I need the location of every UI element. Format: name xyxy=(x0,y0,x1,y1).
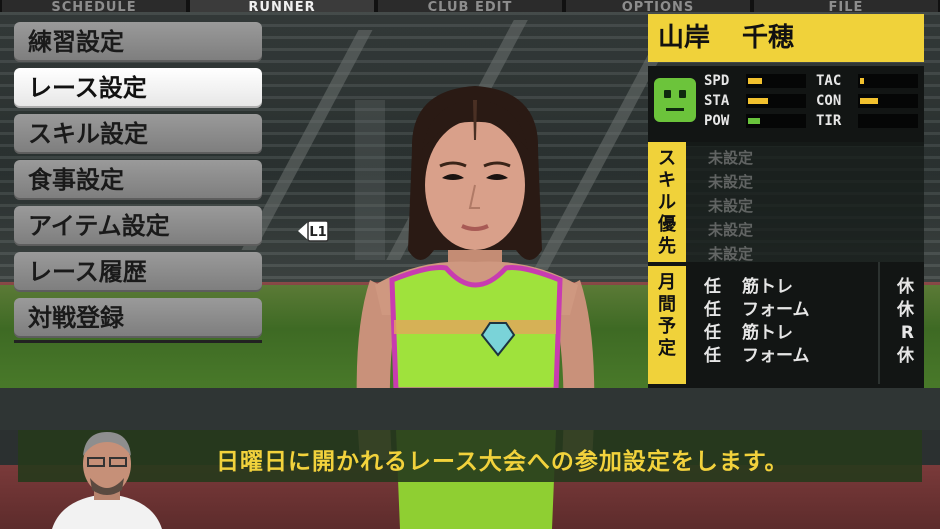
skill-slot[interactable]: 未設定 xyxy=(708,170,753,194)
runner-menu: 練習設定 レース設定 スキル設定 食事設定 アイテム設定 レース履歴 対戦登録 xyxy=(14,22,262,344)
menu-item-practice-settings[interactable]: 練習設定 xyxy=(14,22,262,62)
stat-bar-fill xyxy=(748,98,768,104)
monthly-schedule-panel: 月間予定 任筋トレ休 任フォーム休 任筋トレ R 任フォーム休 xyxy=(648,262,924,388)
menu-item-skill-settings[interactable]: スキル設定 xyxy=(14,114,262,154)
stat-label: SPD xyxy=(704,73,730,89)
stat-bar-track xyxy=(746,114,806,128)
menu-item-race-history[interactable]: レース履歴 xyxy=(14,252,262,292)
stat-bar-fill xyxy=(748,78,762,84)
skill-priority-label: スキル優先 xyxy=(648,142,686,262)
schedule-activity: フォーム xyxy=(742,346,810,366)
schedule-rest: R xyxy=(900,323,914,343)
stat-bar-track xyxy=(858,74,918,88)
runner-last-name: 山岸 xyxy=(658,23,711,53)
schedule-row[interactable]: 任 筋トレ R xyxy=(704,322,916,345)
stat-bar-track xyxy=(746,94,806,108)
stat-con: CON xyxy=(816,92,918,110)
menu-item-meal-settings[interactable]: 食事設定 xyxy=(14,160,262,200)
tab-file[interactable]: FILE xyxy=(754,0,938,12)
tab-schedule[interactable]: SCHEDULE xyxy=(2,0,186,12)
skill-slot[interactable]: 未設定 xyxy=(708,218,753,242)
schedule-rest: 休 xyxy=(897,277,914,297)
monthly-schedule-label: 月間予定 xyxy=(648,266,686,384)
stat-label: CON xyxy=(816,93,842,109)
schedule-assign: 任 xyxy=(704,346,721,366)
help-message-text: 日曜日に開かれるレース大会への参加設定をします。 xyxy=(216,449,789,475)
face-mouth xyxy=(666,108,684,111)
runner-status-panel: 山岸 千穂 SPD TAC STA CON POW TIR スキル優先 未設定 未… xyxy=(648,14,924,388)
stat-label: STA xyxy=(704,93,730,109)
top-tab-bar: SCHEDULE RUNNER CLUB EDIT OPTIONS FILE xyxy=(0,0,940,12)
face-eye xyxy=(679,90,686,98)
stat-label: TAC xyxy=(816,73,842,89)
skill-priority-list: 未設定 未設定 未設定 未設定 未設定 xyxy=(708,146,753,266)
l1-label: L1 xyxy=(309,225,326,240)
stat-bar-track xyxy=(858,114,918,128)
stats-panel: SPD TAC STA CON POW TIR xyxy=(648,66,924,146)
stat-bar-fill xyxy=(860,78,864,84)
coach-portrait xyxy=(52,432,162,529)
stat-spd: SPD xyxy=(704,72,806,90)
schedule-row[interactable]: 任 筋トレ 休 xyxy=(704,276,916,299)
runner-name-box: 山岸 千穂 xyxy=(648,14,924,62)
runner-first-name: 千穂 xyxy=(742,23,795,53)
stat-tac: TAC xyxy=(816,72,918,90)
status-band xyxy=(0,388,940,430)
stat-bar-track xyxy=(746,74,806,88)
schedule-rest: 休 xyxy=(897,300,914,320)
stat-bar-track xyxy=(858,94,918,108)
schedule-activity: フォーム xyxy=(742,300,810,320)
condition-face-icon xyxy=(654,78,696,122)
menu-item-match-registration[interactable]: 対戦登録 xyxy=(14,298,262,338)
stat-bar-fill xyxy=(748,118,760,124)
face-eye xyxy=(664,90,671,98)
stat-tir: TIR xyxy=(816,112,918,130)
menu-item-race-settings[interactable]: レース設定 xyxy=(14,68,262,108)
menu-divider xyxy=(14,340,262,343)
schedule-row[interactable]: 任 フォーム 休 xyxy=(704,345,916,368)
schedule-rest: 休 xyxy=(897,346,914,366)
tab-club-edit[interactable]: CLUB EDIT xyxy=(378,0,562,12)
schedule-row[interactable]: 任 フォーム 休 xyxy=(704,299,916,322)
skill-priority-panel: スキル優先 未設定 未設定 未設定 未設定 未設定 xyxy=(648,142,924,274)
tab-options[interactable]: OPTIONS xyxy=(566,0,750,12)
stat-bar-fill xyxy=(860,98,878,104)
schedule-activity: 筋トレ xyxy=(742,277,793,297)
schedule-assign: 任 xyxy=(704,323,721,343)
skill-slot[interactable]: 未設定 xyxy=(708,146,753,170)
menu-item-item-settings[interactable]: アイテム設定 xyxy=(14,206,262,246)
schedule-assign: 任 xyxy=(704,300,721,320)
schedule-assign: 任 xyxy=(704,277,721,297)
l1-button-icon[interactable]: L1 xyxy=(296,219,330,243)
schedule-activity: 筋トレ xyxy=(742,323,793,343)
stat-label: POW xyxy=(704,113,730,129)
tab-runner[interactable]: RUNNER xyxy=(190,0,374,12)
stat-sta: STA xyxy=(704,92,806,110)
skill-slot[interactable]: 未設定 xyxy=(708,194,753,218)
stat-label: TIR xyxy=(816,113,842,129)
stat-pow: POW xyxy=(704,112,806,130)
